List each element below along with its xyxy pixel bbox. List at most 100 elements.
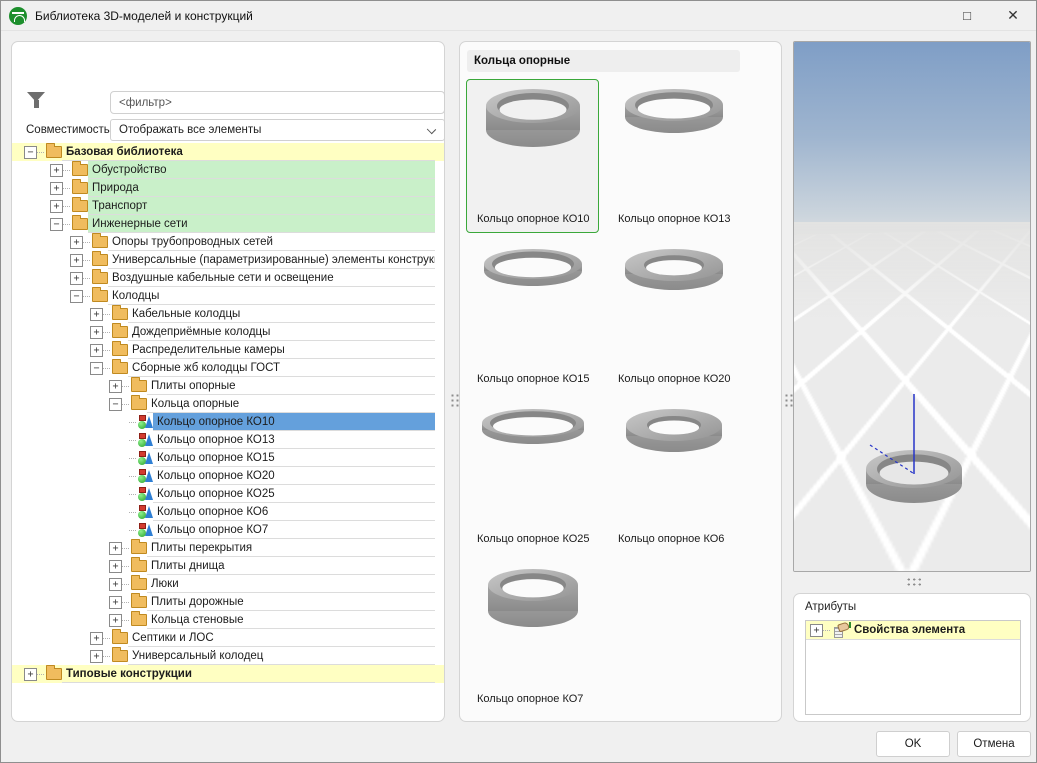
- gallery-item[interactable]: Кольцо опорное КО7: [466, 559, 599, 713]
- expander-icon[interactable]: +: [109, 560, 122, 573]
- tree-item[interactable]: + Воздушные кабельные сети и освещение: [12, 269, 444, 287]
- tree-item-label: Кабельные колодцы: [128, 305, 435, 323]
- gallery-item[interactable]: Кольцо опорное КО20: [607, 239, 740, 393]
- expander-icon[interactable]: +: [109, 380, 122, 393]
- expander-icon[interactable]: +: [90, 308, 103, 321]
- folder-icon: [92, 272, 108, 284]
- tree-item-label: Кольцо опорное КО15: [153, 449, 435, 467]
- attributes-header: Атрибуты: [805, 601, 856, 613]
- folder-icon: [92, 290, 108, 302]
- gallery-item[interactable]: Кольцо опорное КО6: [607, 399, 740, 553]
- preview-3d-viewport[interactable]: [793, 41, 1031, 572]
- expander-icon[interactable]: +: [109, 596, 122, 609]
- folder-icon: [112, 308, 128, 320]
- chevron-down-icon: [427, 125, 436, 134]
- tree-item-label: Распределительные камеры: [128, 341, 435, 359]
- expander-icon[interactable]: +: [109, 614, 122, 627]
- tree-item-label: Природа: [88, 179, 435, 197]
- expander-icon[interactable]: +: [109, 578, 122, 591]
- tree-item[interactable]: +Универсальные (параметризированные) эле…: [12, 251, 444, 269]
- tree-item[interactable]: − Кольца опорные: [12, 395, 444, 413]
- splitter-left[interactable]: [449, 392, 459, 407]
- tree-item[interactable]: −Сборные жб колодцы ГОСТ: [12, 359, 444, 377]
- expander-icon[interactable]: +: [24, 668, 37, 681]
- tree-item[interactable]: +Кольца стеновые: [12, 611, 444, 629]
- tree-item[interactable]: −Инженерные сети: [12, 215, 444, 233]
- tree-item[interactable]: − Колодцы: [12, 287, 444, 305]
- tree-item[interactable]: −Базовая библиотека: [12, 143, 444, 161]
- expander-icon[interactable]: +: [50, 182, 63, 195]
- model-3d-icon: [138, 433, 153, 447]
- tree-item[interactable]: +Плиты перекрытия: [12, 539, 444, 557]
- tree-item-label: Колодцы: [108, 287, 435, 305]
- compatibility-value: Отображать все элементы: [119, 124, 261, 136]
- folder-icon: [46, 668, 62, 680]
- expander-icon[interactable]: +: [70, 236, 83, 249]
- tree-item-label: Транспорт: [88, 197, 435, 215]
- expander-icon[interactable]: +: [50, 164, 63, 177]
- expander-icon[interactable]: −: [50, 218, 63, 231]
- model-3d-icon: [138, 523, 153, 537]
- tree-item[interactable]: + Септики и ЛОС: [12, 629, 444, 647]
- tree-item-label: Септики и ЛОС: [128, 629, 435, 647]
- expander-icon[interactable]: −: [109, 398, 122, 411]
- compatibility-dropdown[interactable]: Отображать все элементы: [110, 119, 445, 141]
- expander-icon[interactable]: +: [90, 650, 103, 663]
- element-properties-item[interactable]: + Свойства элемента: [806, 621, 1020, 640]
- tree-item-label: Кольца опорные: [147, 395, 435, 413]
- folder-icon: [72, 182, 88, 194]
- splitter-horizontal[interactable]: [905, 576, 921, 586]
- tree-item[interactable]: Кольцо опорное КО6: [12, 503, 444, 521]
- tree-item[interactable]: +Дождеприёмные колодцы: [12, 323, 444, 341]
- filter-input[interactable]: [110, 91, 445, 114]
- tree-item[interactable]: + Распределительные камеры: [12, 341, 444, 359]
- ring-thumbnail: [625, 408, 723, 456]
- maximize-button[interactable]: □: [944, 1, 990, 31]
- tree-item[interactable]: + Транспорт: [12, 197, 444, 215]
- tree-item[interactable]: Кольцо опорное КО15: [12, 449, 444, 467]
- expander-icon[interactable]: +: [50, 200, 63, 213]
- folder-icon: [72, 218, 88, 230]
- tree-item[interactable]: +Люки: [12, 575, 444, 593]
- folder-icon: [72, 200, 88, 212]
- tree-item[interactable]: Кольцо опорное КО7: [12, 521, 444, 539]
- gallery-item[interactable]: Кольцо опорное КО15: [466, 239, 599, 393]
- expander-icon[interactable]: +: [70, 254, 83, 267]
- expander-icon[interactable]: +: [90, 344, 103, 357]
- gallery-item[interactable]: Кольцо опорное КО13: [607, 79, 740, 233]
- tree-item[interactable]: Кольцо опорное КО25: [12, 485, 444, 503]
- expander-icon[interactable]: +: [109, 542, 122, 555]
- expander-icon[interactable]: −: [70, 290, 83, 303]
- tree-item[interactable]: Кольцо опорное КО10: [12, 413, 444, 431]
- tree-item[interactable]: +Универсальный колодец: [12, 647, 444, 665]
- expander-icon[interactable]: +: [90, 326, 103, 339]
- folder-icon: [131, 398, 147, 410]
- expander-icon[interactable]: +: [810, 624, 823, 637]
- window-title: Библиотека 3D-моделей и конструкций: [35, 9, 253, 23]
- cancel-button[interactable]: Отмена: [957, 731, 1031, 757]
- expander-icon[interactable]: −: [24, 146, 37, 159]
- tree-item[interactable]: +Плиты опорные: [12, 377, 444, 395]
- tree-item[interactable]: +Обустройство: [12, 161, 444, 179]
- tree-item[interactable]: +Опоры трубопроводных сетей: [12, 233, 444, 251]
- tree-item[interactable]: + Природа: [12, 179, 444, 197]
- folder-icon: [112, 650, 128, 662]
- splitter-right[interactable]: [783, 392, 793, 407]
- ok-button[interactable]: OK: [876, 731, 950, 757]
- tree-item[interactable]: +Плиты днища: [12, 557, 444, 575]
- folder-icon: [92, 254, 108, 266]
- tree-item[interactable]: +Типовые конструкции: [12, 665, 444, 683]
- tree-item[interactable]: + Кабельные колодцы: [12, 305, 444, 323]
- gallery-item[interactable]: Кольцо опорное КО25: [466, 399, 599, 553]
- tree-item[interactable]: Кольцо опорное КО20: [12, 467, 444, 485]
- ring-thumbnail: [485, 88, 581, 151]
- tree-item-label: Воздушные кабельные сети и освещение: [108, 269, 435, 287]
- tree-item[interactable]: Кольцо опорное КО13: [12, 431, 444, 449]
- gallery-item[interactable]: Кольцо опорное КО10: [466, 79, 599, 233]
- tree-item[interactable]: +Плиты дорожные: [12, 593, 444, 611]
- expander-icon[interactable]: +: [90, 632, 103, 645]
- expander-icon[interactable]: +: [70, 272, 83, 285]
- gallery-item-label: Кольцо опорное КО25: [477, 533, 590, 545]
- expander-icon[interactable]: −: [90, 362, 103, 375]
- close-button[interactable]: ✕: [990, 1, 1036, 31]
